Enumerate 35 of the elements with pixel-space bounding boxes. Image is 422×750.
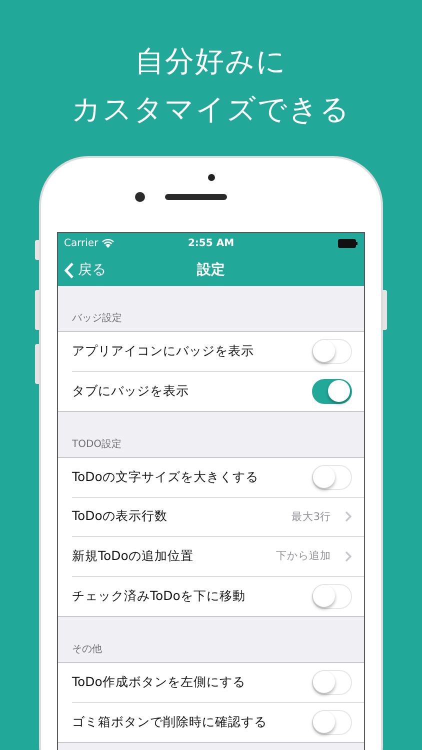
wifi-icon: [102, 239, 114, 248]
row-value: 最大3行: [291, 510, 331, 524]
toggle-switch[interactable]: [312, 378, 352, 404]
headline-text: 自分好みに: [135, 44, 287, 78]
section-header: その他: [72, 643, 102, 656]
chevron-right-icon: [345, 550, 352, 562]
row-label: ToDoの表示行数: [72, 508, 168, 526]
section-header: バッジ設定: [72, 312, 122, 325]
headline-text: カスタマイズできる: [72, 92, 350, 126]
row-label: ToDoの文字サイズを大きくする: [72, 468, 260, 486]
battery-icon: [338, 239, 358, 248]
row-label: ゴミ箱ボタンで削除時に確認する: [72, 714, 268, 731]
settings-row[interactable]: チェック済みToDoを下に移動: [72, 576, 364, 616]
settings-row[interactable]: アプリアイコンにバッジを表示: [72, 332, 364, 372]
section-header: TODO設定: [72, 438, 122, 451]
row-label: タブにバッジを表示: [72, 382, 190, 400]
carrier-label: Carrier: [64, 238, 98, 249]
nav-title: 設定: [197, 261, 225, 279]
sensor-icon: [208, 174, 214, 181]
settings-row[interactable]: ToDoの表示行数 最大3行: [72, 498, 364, 537]
row-label: ToDo作成ボタンを左側にする: [72, 674, 246, 691]
status-time: 2:55 AM: [188, 238, 234, 249]
chevron-right-icon: [345, 511, 352, 522]
settings-row[interactable]: ToDo作成ボタンを左側にする: [72, 663, 364, 702]
chevron-left-icon: [64, 262, 74, 278]
row-label: チェック済みToDoを下に移動: [72, 588, 246, 605]
row-value: 下から追加: [276, 549, 331, 564]
row-label: アプリアイコンにバッジを表示: [72, 342, 255, 360]
settings-row[interactable]: 新規ToDoの追加位置 下から追加: [72, 537, 364, 576]
settings-row[interactable]: タブにバッジを表示: [72, 372, 364, 411]
camera-icon: [135, 192, 145, 202]
settings-row[interactable]: ゴミ箱ボタンで削除時に確認する: [72, 702, 364, 742]
speaker-icon: [165, 194, 227, 200]
row-label: 新規ToDoの追加位置: [72, 548, 194, 565]
settings-row[interactable]: ToDoの文字サイズを大きくする: [72, 458, 364, 498]
